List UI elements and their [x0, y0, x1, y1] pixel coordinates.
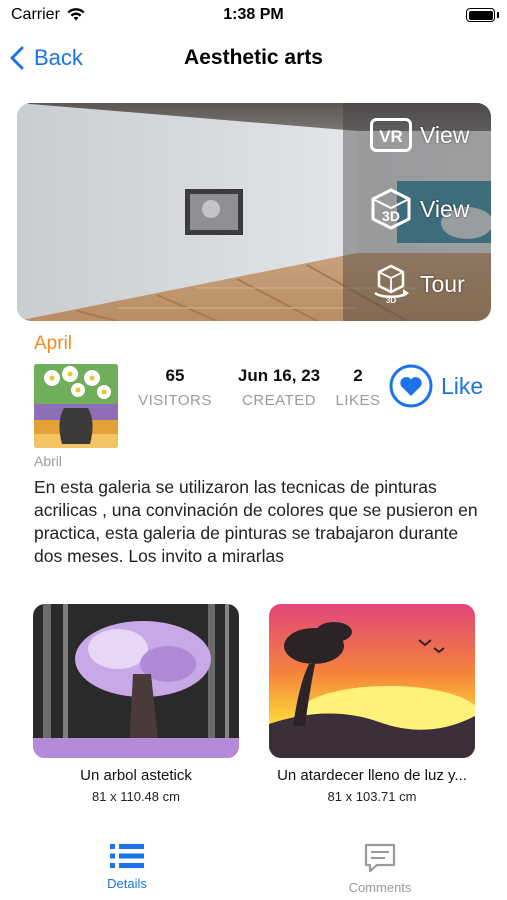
- heart-icon: [389, 364, 433, 408]
- navigation-bar: Back Aesthetic arts: [0, 32, 507, 84]
- vr-view-button[interactable]: VR View: [370, 118, 469, 152]
- visitors-count: 65: [165, 366, 185, 385]
- artwork-size: 81 x 110.48 cm: [92, 789, 180, 804]
- 3d-tour-icon: 3D: [374, 264, 409, 305]
- tab-comments[interactable]: Comments: [320, 842, 440, 895]
- page-title: Aesthetic arts: [184, 46, 323, 69]
- created-label: CREATED: [241, 392, 317, 409]
- tab-details-label: Details: [107, 876, 147, 891]
- flower-vase-painting-thumbnail: [34, 364, 118, 448]
- battery-icon: [466, 8, 495, 22]
- purple-tree-painting: [33, 604, 239, 758]
- 3d-tour-button[interactable]: 3D Tour: [370, 263, 465, 305]
- artwork-image: [33, 604, 239, 758]
- sunset-tree-painting: [269, 604, 475, 758]
- artwork-title: Un atardecer lleno de luz y...: [277, 767, 467, 784]
- stat-likes: 2 LIKES: [332, 366, 384, 409]
- gallery-3d-preview[interactable]: VR View 3D View 3D Tour: [17, 103, 491, 321]
- list-icon: [110, 844, 144, 868]
- artwork-image: [269, 604, 475, 758]
- vr-view-label: View: [420, 121, 470, 148]
- artwork-card[interactable]: Un arbol astetick 81 x 110.48 cm: [33, 604, 239, 804]
- 3d-view-label: View: [420, 195, 470, 222]
- tab-bar: Details Comments: [0, 832, 507, 900]
- battery-tip: [497, 12, 499, 18]
- author-caption: Abril: [34, 453, 63, 469]
- status-bar: Carrier 1:38 PM: [0, 0, 507, 32]
- author-name[interactable]: April: [34, 333, 72, 355]
- comment-icon: [364, 843, 396, 873]
- svg-text:VR: VR: [379, 127, 403, 146]
- view-options-panel: VR View 3D View 3D Tour: [343, 103, 491, 321]
- 3d-view-button[interactable]: 3D View: [370, 188, 469, 230]
- likes-count: 2: [353, 366, 363, 385]
- author-avatar[interactable]: [34, 364, 118, 448]
- status-time: 1:38 PM: [223, 6, 284, 23]
- likes-label: LIKES: [335, 392, 381, 409]
- like-button[interactable]: Like: [389, 364, 483, 408]
- 3d-tour-label: Tour: [420, 270, 465, 297]
- 3d-cube-icon: 3D: [371, 188, 411, 230]
- stat-created: Jun 16, 23 CREATED: [230, 366, 328, 409]
- vr-icon: VR: [370, 118, 412, 152]
- visitors-label: VISITORS: [138, 392, 212, 409]
- tab-details[interactable]: Details: [67, 842, 187, 891]
- artwork-title: Un arbol astetick: [80, 767, 192, 784]
- artwork-card[interactable]: Un atardecer lleno de luz y... 81 x 103.…: [269, 604, 475, 804]
- like-label: Like: [441, 372, 484, 399]
- artwork-size: 81 x 103.71 cm: [327, 789, 417, 804]
- svg-text:3D: 3D: [382, 208, 400, 224]
- svg-text:3D: 3D: [386, 296, 396, 305]
- created-date: Jun 16, 23: [237, 366, 321, 385]
- gallery-description: En esta galeria se utilizaron las tecnic…: [34, 477, 478, 566]
- tab-comments-label: Comments: [348, 880, 412, 895]
- stat-visitors: 65 VISITORS: [134, 366, 216, 409]
